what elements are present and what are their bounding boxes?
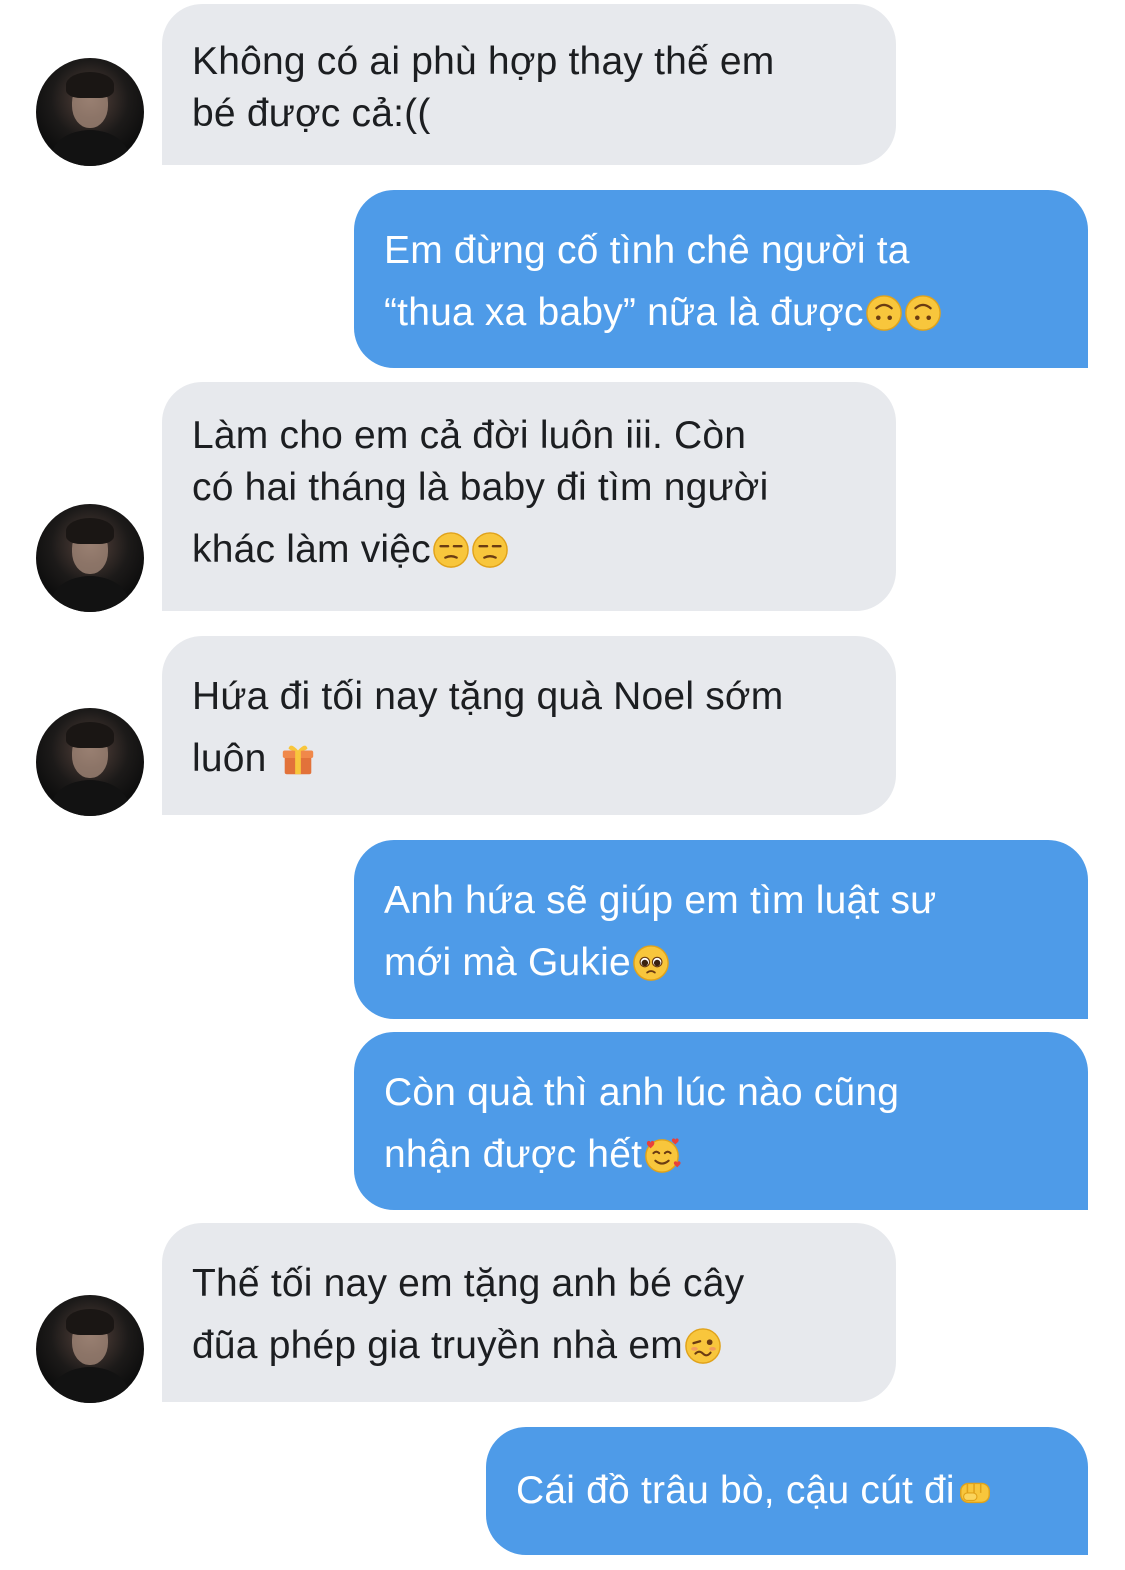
contact-avatar[interactable] xyxy=(36,708,144,816)
message-line: khác làm việc xyxy=(192,524,866,576)
message-bubble-outgoing[interactable]: Còn quà thì anh lúc nào cũng nhận được h… xyxy=(354,1032,1088,1210)
avatar-shoulders xyxy=(50,780,130,816)
message-line-text: đũa phép gia truyền nhà em xyxy=(192,1324,683,1367)
message-line: Không có ai phù hợp thay thế em xyxy=(192,40,775,83)
message-line: Hứa đi tối nay tặng quà Noel sớm xyxy=(192,675,784,718)
message-line: đũa phép gia truyền nhà em xyxy=(192,1315,866,1377)
message-line: mới mà Gukie xyxy=(384,932,1058,994)
message-line-text: “thua xa baby” nữa là được xyxy=(384,291,864,334)
message-line: Thế tối nay em tặng anh bé cây xyxy=(192,1262,745,1305)
message-line: Làm cho em cả đời luôn iii. Còn xyxy=(192,414,747,457)
message-line-text: nhận được hết xyxy=(384,1133,643,1176)
message-line-text: khác làm việc xyxy=(192,528,431,571)
woozy-face-emoji xyxy=(685,1328,721,1364)
avatar-hair xyxy=(66,1309,114,1335)
message-line: có hai tháng là baby đi tìm người xyxy=(192,466,769,509)
upside-down-face-emoji xyxy=(865,295,902,331)
message-line-text: Cái đồ trâu bò, cậu cút đi xyxy=(516,1469,955,1512)
message-bubble-incoming[interactable]: Thế tối nay em tặng anh bé cây đũa phép … xyxy=(162,1223,896,1402)
message-bubble-incoming[interactable]: Hứa đi tối nay tặng quà Noel sớm luôn xyxy=(162,636,896,815)
message-line: bé được cả:(( xyxy=(192,92,431,135)
message-line: Còn quà thì anh lúc nào cũng xyxy=(384,1071,900,1114)
upside-down-face-emoji xyxy=(904,295,941,331)
smiling-face-with-hearts-emoji xyxy=(645,1138,681,1173)
avatar-hair xyxy=(66,72,114,98)
avatar-hair xyxy=(66,518,114,544)
avatar-shoulders xyxy=(50,1367,130,1403)
oncoming-fist-emoji xyxy=(959,1482,990,1504)
contact-avatar[interactable] xyxy=(36,1295,144,1403)
message-line: nhận được hết xyxy=(384,1124,1058,1186)
avatar-hair xyxy=(66,722,114,748)
message-bubble-incoming[interactable]: Không có ai phù hợp thay thế em bé được … xyxy=(162,4,896,165)
contact-avatar[interactable] xyxy=(36,504,144,612)
contact-avatar[interactable] xyxy=(36,58,144,166)
message-line: “thua xa baby” nữa là được xyxy=(384,282,1058,344)
message-line: Anh hứa sẽ giúp em tìm luật sư xyxy=(384,879,937,922)
avatar-shoulders xyxy=(50,130,130,166)
avatar-shoulders xyxy=(50,576,130,612)
message-bubble-outgoing[interactable]: Cái đồ trâu bò, cậu cút đi xyxy=(486,1427,1088,1555)
message-line-text: luôn xyxy=(192,737,278,780)
gift-emoji xyxy=(282,745,313,775)
message-line: Cái đồ trâu bò, cậu cút đi xyxy=(516,1465,1058,1517)
message-line: luôn xyxy=(192,728,866,790)
unamused-face-emoji xyxy=(472,532,508,568)
message-bubble-incoming[interactable]: Làm cho em cả đời luôn iii. Còn có hai t… xyxy=(162,382,896,611)
unamused-face-emoji xyxy=(433,532,469,568)
message-line-text: mới mà Gukie xyxy=(384,941,631,984)
message-bubble-outgoing[interactable]: Anh hứa sẽ giúp em tìm luật sư mới mà Gu… xyxy=(354,840,1088,1019)
pleading-face-emoji xyxy=(633,945,669,981)
message-bubble-outgoing[interactable]: Em đừng cố tình chê người ta “thua xa ba… xyxy=(354,190,1088,368)
message-line: Em đừng cố tình chê người ta xyxy=(384,229,910,272)
